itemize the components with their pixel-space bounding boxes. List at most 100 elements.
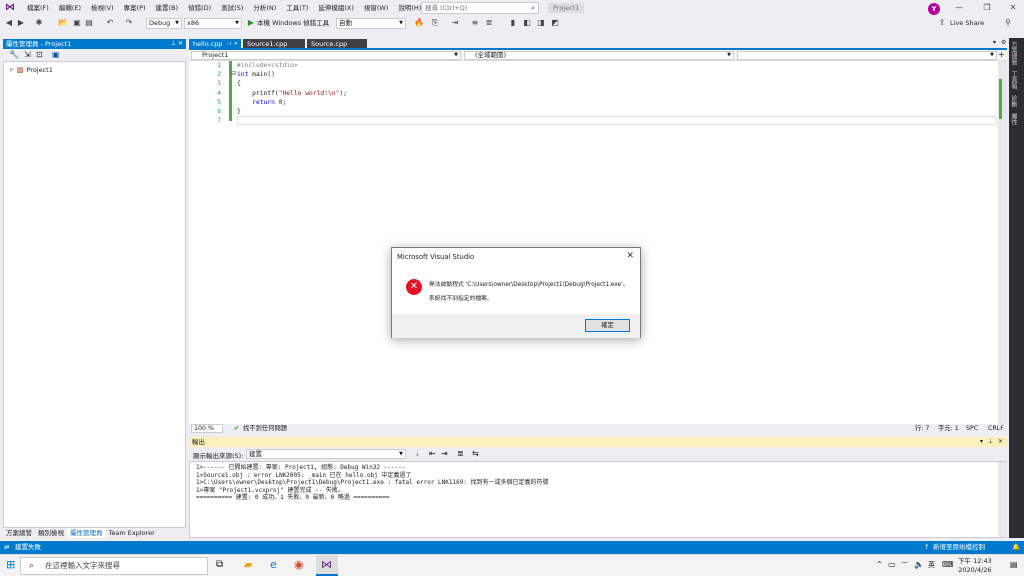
battery-icon[interactable]: ▭ [888,560,896,569]
prev-bookmark-icon[interactable]: ◧ [522,18,532,28]
menu-project[interactable]: 專案(P) [119,0,151,16]
search-input[interactable]: 搜尋 (Ctrl+Q) ⌕ [421,2,539,14]
split-icon[interactable]: + [998,50,1005,59]
scope-select[interactable]: (全域範圍) ▼ [464,51,734,60]
menu-analyze[interactable]: 分析(N) [248,0,281,16]
prev-message-icon[interactable]: ⇤ [429,449,436,458]
tab-team-explorer[interactable]: Team Explorer [106,528,158,538]
tab-solution-explorer[interactable]: 方案總管 [3,528,35,538]
restore-icon[interactable]: ❐ [980,2,994,14]
clear-all-icon[interactable]: ≣ [457,449,464,458]
network-icon[interactable]: ⌔ [901,560,909,570]
feedback-icon[interactable]: ⚲ [1003,18,1013,28]
screenshot-icon[interactable]: ⎘ [430,18,440,28]
menu-debug[interactable]: 偵錯(D) [183,0,216,16]
tree-item-project[interactable]: ▷ ▨ Project1 [10,66,53,74]
platform-select[interactable]: x86 ▼ [184,18,242,29]
share-icon[interactable]: ⇪ [937,18,947,28]
find-message-icon[interactable]: ⇣ [414,449,421,458]
minimize-icon[interactable]: — [952,2,966,14]
menu-view[interactable]: 檢視(V) [86,0,119,16]
chevron-down-icon: ▼ [399,451,403,457]
new-project-icon[interactable]: ✱ [34,18,44,28]
tab-dropdown-icon[interactable]: ▾ [993,39,996,46]
tab-solution-explorer-side[interactable]: 方案總管 [1009,38,1018,68]
code-editor[interactable]: 1 2 3 4 5 6 7 ⊟ #include<cstdio> int mai… [189,61,998,424]
ime-icon[interactable]: 英 [928,560,935,570]
code-line: int main() [237,70,347,79]
save-icon[interactable]: ▣ [72,18,82,28]
volume-icon[interactable]: 🔈 [914,560,924,569]
dropdown-icon[interactable]: ▾ [980,437,983,447]
menu-build[interactable]: 建置(B) [151,0,184,16]
tab-property-manager[interactable]: 屬性管理員 [67,528,106,538]
project-select[interactable]: Project1 ▼ [191,51,461,60]
output-scrollbar[interactable] [998,462,1007,537]
word-wrap-icon[interactable]: ⇆ [472,449,479,458]
file-explorer-icon[interactable]: ▰ [244,558,252,571]
forward-icon[interactable]: ▶ [16,18,26,28]
pin-icon[interactable]: ⊥ [988,437,993,447]
open-icon[interactable]: 📂 [58,18,68,28]
redo-icon[interactable]: ↷ [124,18,134,28]
zoom-select[interactable]: 100 % [191,424,223,433]
tab-toolbox-side[interactable]: 工具箱 [1009,68,1018,92]
avatar[interactable]: Y [928,3,940,15]
collapse-icon[interactable]: ⊟ [231,70,236,77]
close-icon[interactable]: ✕ [626,251,634,261]
output-text[interactable]: 1>------ 已開始建置: 專案: Project1, 組態: Debug … [189,461,1007,538]
close-icon[interactable]: ✕ [178,39,183,49]
undo-icon[interactable]: ↶ [105,18,115,28]
bookmark-icon[interactable]: ▮ [508,18,518,28]
save-all-icon[interactable]: ▤ [84,18,94,28]
step-icon[interactable]: ⇥ [450,18,460,28]
close-icon[interactable]: ✕ [998,437,1003,447]
live-share-button[interactable]: Live Share [950,19,984,28]
configuration-select[interactable]: Debug ▼ [146,18,182,29]
scrollbar-change-marker [999,79,1002,119]
chevron-right-icon[interactable]: ▷ [10,67,14,73]
back-icon[interactable]: ◀ [4,18,14,28]
menu-extensions[interactable]: 延伸模組(X) [313,0,359,16]
debugger-mode-select[interactable]: 自動 ▼ [336,18,406,29]
chrome-icon[interactable]: ◉ [294,558,304,571]
windows-start-icon[interactable]: ⊞ [6,558,15,571]
clear-bookmarks-icon[interactable]: ◩ [550,18,560,28]
task-view-icon[interactable]: ⧉ [216,559,223,570]
edge-icon[interactable]: e [270,558,277,571]
notifications-icon[interactable]: 🔔 [1012,541,1020,554]
close-icon[interactable]: ✕ [1006,2,1020,14]
next-bookmark-icon[interactable]: ◨ [536,18,546,28]
start-debug-icon[interactable]: ▶ [246,18,256,28]
action-center-icon[interactable]: ▤ [1010,560,1018,569]
add-sheet-icon[interactable]: ⇲ [24,50,31,59]
member-select[interactable]: ▼ [737,51,997,60]
menu-edit[interactable]: 編輯(E) [54,0,86,16]
next-message-icon[interactable]: ⇥ [441,449,448,458]
line-ending-indicator: CRLF [988,425,1004,432]
menu-window[interactable]: 視窗(W) [359,0,394,16]
settings-icon[interactable]: ⚙ [1001,39,1006,46]
menu-tools[interactable]: 工具(T) [281,0,313,16]
format-icon[interactable]: ≡ [470,18,480,28]
taskbar-search-input[interactable]: ⌕ 在這裡輸入文字來搜尋 [20,557,208,575]
taskbar-clock[interactable]: 下午 12:43 2020/4/26 [958,557,992,575]
comment-icon[interactable]: ≣ [484,18,494,28]
tab-properties-side[interactable]: 屬性 [1009,110,1018,128]
menu-test[interactable]: 測試(S) [216,0,248,16]
chevron-up-icon[interactable]: ⌃ [876,560,883,569]
ok-button[interactable]: 確定 [585,319,630,332]
add-source-control-button[interactable]: 新增至原始檔控制 [933,541,985,554]
hot-reload-icon[interactable]: 🔥 [414,18,424,28]
keyboard-icon[interactable]: ⌨ [942,560,954,569]
start-debugger-button[interactable]: 本機 Windows 偵錯工具 [257,18,329,29]
wrench-icon[interactable]: 🔧 [9,50,19,59]
output-source-select[interactable]: 建置 ▼ [246,449,406,459]
menu-file[interactable]: 檔案(F) [22,0,54,16]
save-icon[interactable]: ▣ [52,50,60,59]
tab-diagnostics-side[interactable]: 診斷 [1009,92,1018,110]
add-existing-icon[interactable]: ⊡ [36,50,43,59]
issues-status[interactable]: 找不到任何問題 [243,424,287,433]
tab-class-view[interactable]: 類別檢視 [35,528,67,538]
pin-icon[interactable]: ⊥ [171,39,176,49]
